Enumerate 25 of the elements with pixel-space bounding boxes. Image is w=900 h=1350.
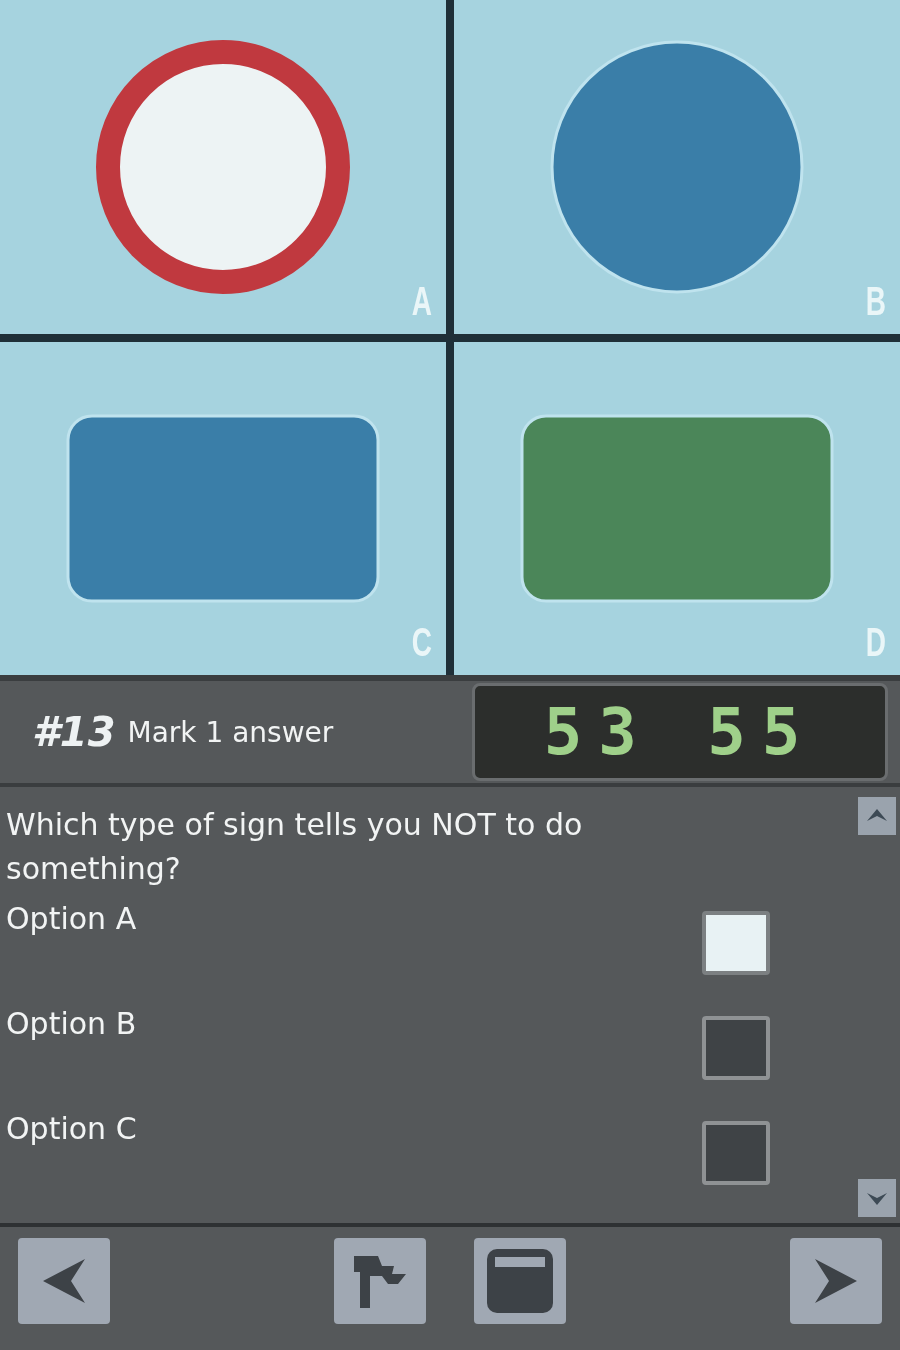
sign-panel[interactable]: C: [0, 341, 446, 675]
option-letter: B: [865, 278, 886, 324]
scroll-down-button[interactable]: [858, 1179, 896, 1217]
sign-panel[interactable]: A: [0, 0, 446, 334]
option-letter: D: [865, 620, 886, 665]
option-letter: A: [411, 278, 432, 324]
checkbox[interactable]: [702, 1121, 770, 1185]
sign-panel[interactable]: D: [454, 341, 900, 675]
checkbox[interactable]: [702, 1016, 770, 1080]
window-button[interactable]: [474, 1238, 566, 1324]
option-label: Option B: [6, 1006, 138, 1041]
checkbox[interactable]: [702, 911, 770, 975]
option-label: Option A: [6, 901, 138, 936]
timer-display: 53 55: [472, 683, 888, 781]
sign-panel[interactable]: B: [454, 0, 900, 334]
next-button[interactable]: [790, 1238, 882, 1324]
option-label: Option C: [6, 1111, 138, 1146]
scroll-up-button[interactable]: [858, 797, 896, 835]
window-icon: [485, 1247, 555, 1315]
question-text: Which type of sign tells you NOT to do something?: [6, 806, 584, 888]
previous-button[interactable]: [18, 1238, 110, 1324]
flag-button[interactable]: [334, 1238, 426, 1324]
question-number: #13: [32, 709, 116, 755]
option-letter: C: [411, 620, 432, 665]
instruction-text: Mark 1 answer: [127, 715, 334, 749]
